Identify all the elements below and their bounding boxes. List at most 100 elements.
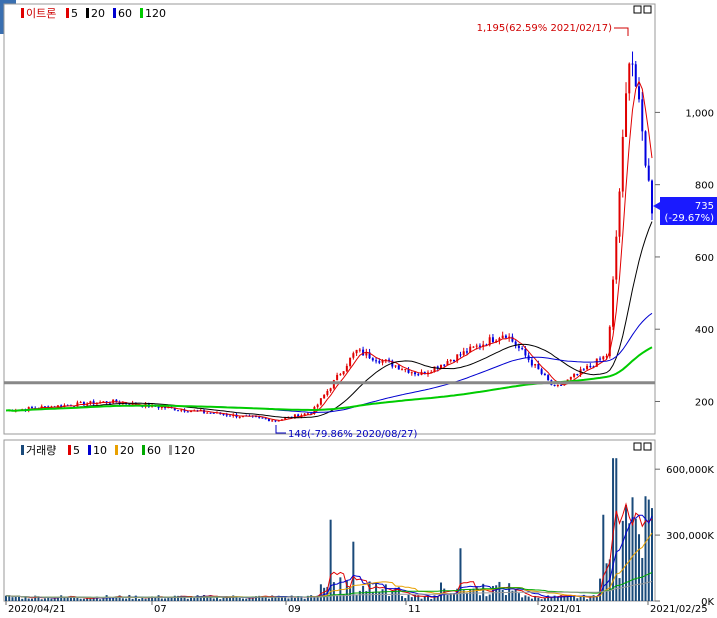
legend-label-120: 120 (174, 444, 195, 457)
candle-body (569, 376, 572, 380)
legend-swatch-20 (86, 8, 89, 18)
volume-bar (641, 557, 644, 601)
volume-maximize-icon[interactable] (633, 442, 642, 451)
x-tick-label: 11 (408, 604, 421, 614)
current-change: (-29.67%) (664, 213, 714, 224)
volume-bar (634, 518, 637, 601)
volume-bar (241, 598, 244, 601)
volume-bar (14, 596, 17, 601)
min-price-note: 148(-79.86% 2020/08/27) (288, 429, 418, 440)
volume-bar (329, 519, 332, 601)
legend-swatch-20 (115, 445, 118, 455)
candle-body (228, 415, 231, 417)
candle-body (30, 407, 33, 409)
volume-bar (420, 598, 423, 601)
candle-body (79, 402, 82, 404)
candle-body (573, 374, 576, 377)
candle-body (414, 372, 417, 375)
legend-label-5: 5 (73, 444, 80, 457)
volume-panel[interactable] (3, 439, 656, 602)
volume-bar (430, 598, 433, 601)
x-tick-label: 09 (288, 604, 301, 614)
volume-bar (238, 597, 241, 601)
volume-bar (527, 596, 530, 601)
volume-bar (128, 594, 131, 601)
candle-body (267, 418, 270, 422)
candle-body (599, 358, 602, 360)
volume-bar (79, 598, 82, 601)
candle-body (556, 384, 559, 387)
volume-bar (131, 598, 134, 601)
maximize-icon[interactable] (633, 5, 642, 14)
volume-bar (401, 596, 404, 601)
candle-body (271, 420, 274, 422)
candle-body (225, 414, 228, 416)
volume-bar (537, 597, 540, 601)
volume-bar (446, 595, 449, 601)
volume-bar (543, 598, 546, 601)
candle-body (449, 359, 452, 362)
price-tick-label: 600 (695, 253, 714, 264)
volume-bar (388, 596, 391, 601)
volume-close-icon[interactable] (643, 442, 652, 451)
candle-body (602, 356, 605, 360)
candle-body (212, 412, 215, 414)
candle-body (530, 359, 533, 366)
candle-body (157, 406, 160, 409)
candle-body (462, 351, 465, 355)
candle-body (589, 365, 592, 367)
volume-bar (530, 598, 533, 601)
price-tick-label: 800 (695, 181, 714, 192)
volume-bar (355, 594, 358, 601)
volume-bar (170, 597, 173, 601)
volume-bar (157, 595, 160, 601)
candle-body (326, 391, 329, 395)
volume-bar (102, 598, 105, 601)
candle-body (491, 337, 494, 343)
volume-bar (485, 596, 488, 601)
volume-bar (280, 597, 283, 601)
candle-body (560, 384, 563, 386)
legend-label-60: 60 (118, 7, 132, 20)
volume-bar (381, 589, 384, 601)
volume-bar (43, 598, 46, 601)
legend-label-10: 10 (93, 444, 107, 457)
candle-body (222, 414, 225, 416)
candle-body (540, 369, 543, 374)
candle-body (647, 165, 650, 181)
legend-marker (21, 445, 24, 455)
volume-bar (553, 595, 556, 601)
x-tick-label: 2020/04/21 (8, 604, 66, 614)
x-tick-label: 2021/01 (540, 604, 582, 614)
volume-bar (644, 496, 647, 601)
price-panel[interactable] (3, 3, 656, 435)
legend-label-120: 120 (145, 7, 166, 20)
volume-bar (465, 592, 468, 601)
candle-body (371, 358, 374, 361)
candle-body (504, 335, 507, 338)
candle-body (375, 360, 378, 362)
volume-bar (378, 591, 381, 601)
volume-bar (144, 598, 147, 601)
candle-body (206, 412, 209, 414)
candle-body (641, 99, 644, 132)
volume-bar (274, 597, 277, 601)
volume-bar (40, 599, 43, 601)
candle-body (329, 388, 332, 392)
candle-body (586, 365, 589, 370)
volume-bar (50, 598, 53, 601)
volume-bar (267, 598, 270, 601)
candle-body (355, 349, 358, 354)
legend-swatch-60 (142, 445, 145, 455)
candle-body (443, 364, 446, 366)
volume-bar (621, 520, 624, 601)
candle-body (274, 420, 277, 422)
volume-bar (219, 599, 222, 601)
volume-bar (212, 598, 215, 601)
candle-body (625, 93, 628, 137)
close-icon[interactable] (643, 5, 652, 14)
stock-chart: 호 이트론 52060120 거래량 5102060120 1,00080060… (0, 0, 717, 615)
candle-body (339, 374, 342, 376)
volume-bar (521, 597, 524, 601)
candle-body (521, 348, 524, 350)
